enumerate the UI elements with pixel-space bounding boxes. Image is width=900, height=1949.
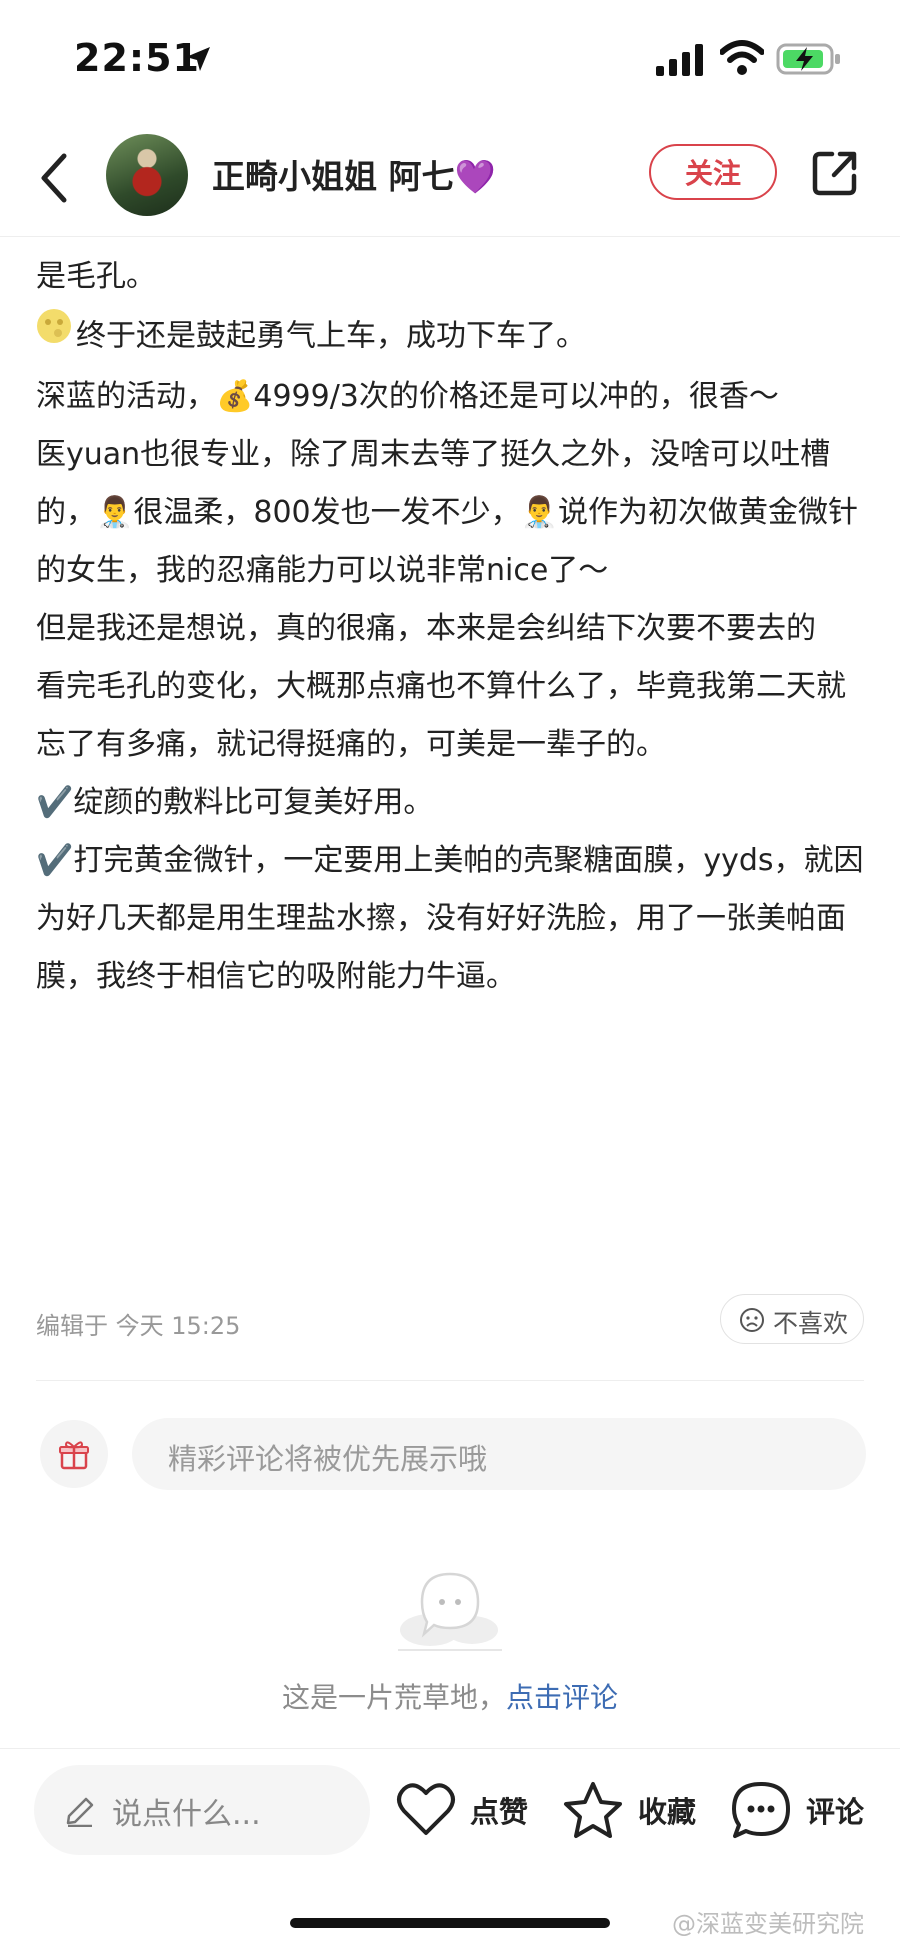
moon-face-emoji-icon [36,306,72,364]
status-time: 22:51 [74,36,200,80]
follow-button[interactable]: 关注 [649,144,777,200]
post-paragraph: 但是我还是想说，真的很痛，本来是会纠结下次要不要去的 [36,611,816,646]
status-bar: 22:51 [0,0,900,120]
click-to-comment-link[interactable]: 点击评论 [506,1681,618,1714]
share-icon[interactable] [810,148,860,198]
divider [36,1380,864,1381]
say-something-input[interactable]: 说点什么... [34,1765,370,1855]
like-button[interactable]: 点赞 [396,1769,536,1849]
post-paragraph-text: 终于还是鼓起勇气上车，成功下车了。 [76,318,586,354]
comment-input-placeholder: 精彩评论将被优先展示哦 [168,1442,488,1476]
dislike-label: 不喜欢 [773,1309,849,1338]
comment-label: 评论 [806,1795,865,1829]
post-paragraph: 是毛孔。 [36,259,156,294]
sad-face-icon [740,1308,764,1332]
pencil-icon [66,1797,94,1827]
heart-icon [397,1783,455,1835]
empty-comments-icon [398,1572,502,1651]
author-name[interactable]: 正畸小姐姐 阿七💜 [212,150,496,198]
comment-input[interactable]: 精彩评论将被优先展示哦 [132,1418,866,1490]
home-indicator[interactable] [290,1918,610,1928]
star-icon [564,1782,622,1838]
wifi-icon [720,40,764,75]
watermark: @深蓝变美研究院 [672,1910,864,1938]
like-label: 点赞 [470,1795,529,1829]
comment-bubble-icon [732,1782,790,1838]
post-paragraph: 深蓝的活动，💰4999/3次的价格还是可以冲的，很香～ [36,379,779,414]
battery-charging-icon [776,43,840,75]
dislike-button[interactable]: 不喜欢 [720,1294,864,1344]
gift-button[interactable] [40,1420,108,1488]
post-paragraph: 医yuan也很专业，除了周末去等了挺久之外，没啥可以吐槽的，👨‍⚕️很温柔，80… [36,437,858,588]
post-paragraph: 终于还是鼓起勇气上车，成功下车了。 [36,306,866,368]
post-paragraph: ✔️绽颜的敷料比可复美好用。 [36,785,434,820]
post-paragraph: ✔️打完黄金微针，一定要用上美帕的壳聚糖面膜，yyds，就因为好几天都是用生理盐… [36,843,864,994]
say-something-placeholder: 说点什么... [112,1797,261,1832]
gift-icon [59,1441,89,1470]
location-arrow-icon [186,47,210,71]
post-header: 正畸小姐姐 阿七💜 关注 [0,120,900,237]
empty-comments-text: 这是一片荒草地，点击评论 [0,1676,900,1716]
cellular-signal-icon [656,44,703,76]
post-paragraph: 看完毛孔的变化，大概那点痛也不算什么了，毕竟我第二天就忘了有多痛，就记得挺痛的，… [36,669,846,762]
edited-time: 编辑于 今天 15:25 [36,1312,241,1340]
back-arrow-icon[interactable] [34,150,74,206]
collect-button[interactable]: 收藏 [562,1769,712,1849]
empty-comments-message: 这是一片荒草地， [281,1681,506,1714]
post-content: 是毛孔。 终于还是鼓起勇气上车，成功下车了。 深蓝的活动，💰4999/3次的价格… [36,248,866,1006]
collect-label: 收藏 [638,1795,697,1829]
comment-button[interactable]: 评论 [730,1769,880,1849]
author-avatar[interactable] [106,134,188,216]
